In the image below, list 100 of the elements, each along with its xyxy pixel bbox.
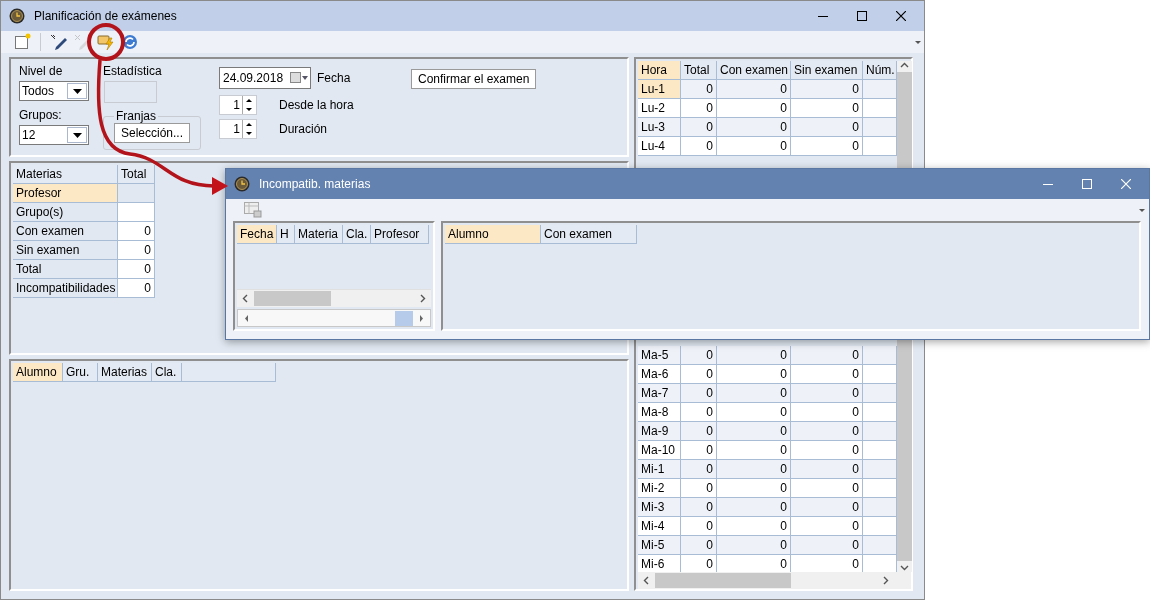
table-cell: 0 (681, 403, 717, 422)
column-header[interactable]: Cla. (152, 363, 182, 382)
row-header-cell[interactable]: Lu-1 (638, 80, 681, 99)
chevron-up-icon[interactable] (900, 61, 909, 70)
number-spinner[interactable]: 1 (219, 119, 257, 139)
table-cell: 0 (717, 80, 791, 99)
row-header-cell[interactable]: Profesor (13, 184, 118, 203)
table-cell: 0 (717, 536, 791, 555)
maximize-icon (1082, 179, 1092, 189)
column-header[interactable]: Alumno (13, 363, 63, 382)
row-header-cell[interactable]: Incompatibilidades (13, 279, 118, 298)
table-cell: 0 (791, 498, 863, 517)
horizontal-scrollbar[interactable] (237, 309, 431, 327)
column-header[interactable]: Fecha (237, 225, 277, 244)
table-cell: 0 (791, 536, 863, 555)
speech-bubble-lightning-icon (96, 32, 116, 52)
row-header-cell[interactable]: Mi-3 (638, 498, 681, 517)
arrow-right-icon[interactable] (417, 313, 426, 323)
table-cell: 0 (717, 498, 791, 517)
horizontal-scrollbar[interactable] (638, 572, 911, 589)
table-cell: 0 (717, 441, 791, 460)
new-document-icon (13, 32, 33, 52)
pen-icon (48, 32, 68, 52)
row-header-cell[interactable]: Ma-6 (638, 365, 681, 384)
table-cell: 0 (717, 365, 791, 384)
row-header-cell[interactable]: Sin examen (13, 241, 118, 260)
table-cell: 0 (717, 137, 791, 156)
column-header[interactable]: Hora (638, 61, 681, 80)
table-cell (863, 536, 897, 555)
table-cell: 0 (681, 460, 717, 479)
field-label: Nivel de (19, 63, 64, 79)
row-header-cell[interactable]: Lu-4 (638, 137, 681, 156)
table-cell (863, 517, 897, 536)
table-cell (863, 422, 897, 441)
row-header-cell[interactable]: Ma-8 (638, 403, 681, 422)
row-header-cell[interactable]: Lu-2 (638, 99, 681, 118)
column-header[interactable]: Con examen (541, 225, 637, 244)
table-cell: 0 (118, 260, 155, 279)
table-cell: 0 (717, 479, 791, 498)
table-cell (863, 441, 897, 460)
selection-button[interactable]: Selección... (114, 123, 191, 143)
row-header-cell[interactable]: Mi-4 (638, 517, 681, 536)
row-header-cell[interactable]: Ma-10 (638, 441, 681, 460)
table-cell: 0 (791, 403, 863, 422)
table-cell (118, 184, 155, 203)
column-header[interactable]: Núm. (863, 61, 897, 80)
table-cell: 0 (791, 118, 863, 137)
window-title: Incompatib. materias (259, 177, 372, 191)
table-cell: 0 (118, 241, 155, 260)
column-header[interactable]: Materias (13, 165, 118, 184)
row-header-cell[interactable]: Total (13, 260, 118, 279)
column-header[interactable]: Materia (295, 225, 343, 244)
table-cell: 0 (681, 479, 717, 498)
table-cell: 0 (791, 384, 863, 403)
row-header-cell[interactable]: Grupo(s) (13, 203, 118, 222)
chevron-left-icon[interactable] (241, 294, 250, 303)
toolbar-button[interactable] (13, 32, 33, 52)
column-header[interactable]: Sin examen (791, 61, 863, 80)
table-cell (863, 137, 897, 156)
number-spinner[interactable]: 1 (219, 95, 257, 115)
table-cell: 0 (791, 365, 863, 384)
column-header[interactable]: H (277, 225, 295, 244)
column-header[interactable]: Materias (98, 363, 152, 382)
column-header[interactable]: Gru. (63, 363, 98, 382)
chevron-down-icon[interactable] (900, 563, 909, 572)
column-header[interactable]: Total (681, 61, 717, 80)
row-header-cell[interactable]: Mi-5 (638, 536, 681, 555)
horizontal-scrollbar[interactable] (237, 289, 431, 307)
toolbar-button[interactable] (48, 32, 68, 52)
row-header-cell[interactable]: Ma-9 (638, 422, 681, 441)
table-cell: 0 (791, 460, 863, 479)
dropdown[interactable]: 12 (19, 125, 89, 145)
input-field[interactable] (104, 81, 157, 103)
chevron-right-icon[interactable] (881, 576, 890, 585)
column-header[interactable]: Profesor (371, 225, 429, 244)
chevron-right-icon[interactable] (418, 294, 427, 303)
row-header-cell[interactable]: Mi-2 (638, 479, 681, 498)
column-header[interactable]: Con examen (717, 61, 791, 80)
chevron-left-icon[interactable] (642, 576, 651, 585)
column-header[interactable]: Alumno (445, 225, 541, 244)
confirm-button[interactable]: Confirmar el examen (411, 69, 537, 89)
date-picker[interactable]: 24.09.2018 (219, 67, 311, 89)
row-header-cell[interactable]: Con examen (13, 222, 118, 241)
row-header-cell[interactable]: Mi-1 (638, 460, 681, 479)
row-header-cell[interactable]: Lu-3 (638, 118, 681, 137)
arrow-left-icon[interactable] (242, 313, 251, 323)
table-cell: 0 (717, 346, 791, 365)
row-header-cell[interactable]: Ma-7 (638, 384, 681, 403)
scrollbar-thumb[interactable] (395, 310, 413, 326)
table-cell: 0 (717, 403, 791, 422)
table-cell (863, 118, 897, 137)
column-header[interactable]: Cla. (343, 225, 371, 244)
table-cell: 0 (791, 479, 863, 498)
table-cell: 0 (681, 384, 717, 403)
dropdown[interactable]: Todos (19, 81, 89, 101)
column-header[interactable]: Total (118, 165, 155, 184)
row-header-cell[interactable]: Ma-5 (638, 346, 681, 365)
table-cell: 0 (717, 517, 791, 536)
app-clock-icon (9, 8, 25, 24)
group-label: Franjas (115, 109, 157, 123)
